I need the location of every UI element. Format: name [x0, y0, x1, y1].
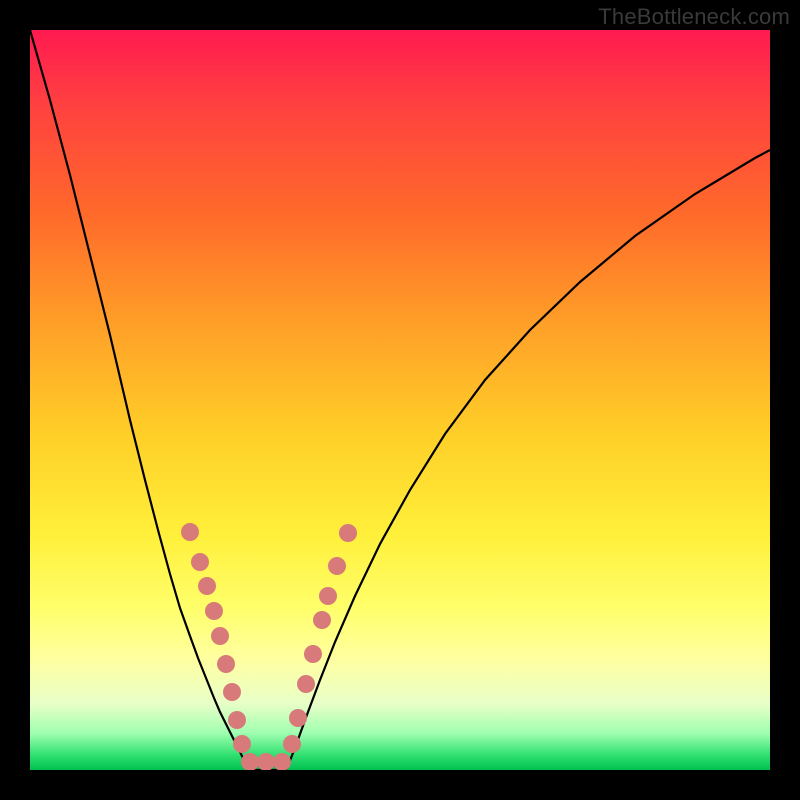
marker-dot: [328, 557, 346, 575]
marker-dot: [297, 675, 315, 693]
marker-dot: [211, 627, 229, 645]
marker-dot: [191, 553, 209, 571]
marker-dot: [198, 577, 216, 595]
plot-area: [30, 30, 770, 770]
curve-group: [30, 30, 770, 770]
curve-right: [286, 150, 770, 770]
marker-dot: [233, 735, 251, 753]
watermark-text: TheBottleneck.com: [598, 4, 790, 30]
marker-dot: [223, 683, 241, 701]
marker-dot: [283, 735, 301, 753]
marker-dot: [181, 523, 199, 541]
marker-dots: [181, 523, 357, 770]
curve-left: [30, 30, 248, 770]
marker-dot: [241, 753, 259, 770]
marker-dot: [289, 709, 307, 727]
marker-dot: [313, 611, 331, 629]
marker-dot: [339, 524, 357, 542]
outer-frame: TheBottleneck.com: [0, 0, 800, 800]
marker-dot: [228, 711, 246, 729]
marker-dot: [257, 753, 275, 770]
chart-svg: [30, 30, 770, 770]
marker-dot: [217, 655, 235, 673]
marker-dot: [273, 753, 291, 770]
marker-dot: [319, 587, 337, 605]
marker-dot: [304, 645, 322, 663]
marker-dot: [205, 602, 223, 620]
